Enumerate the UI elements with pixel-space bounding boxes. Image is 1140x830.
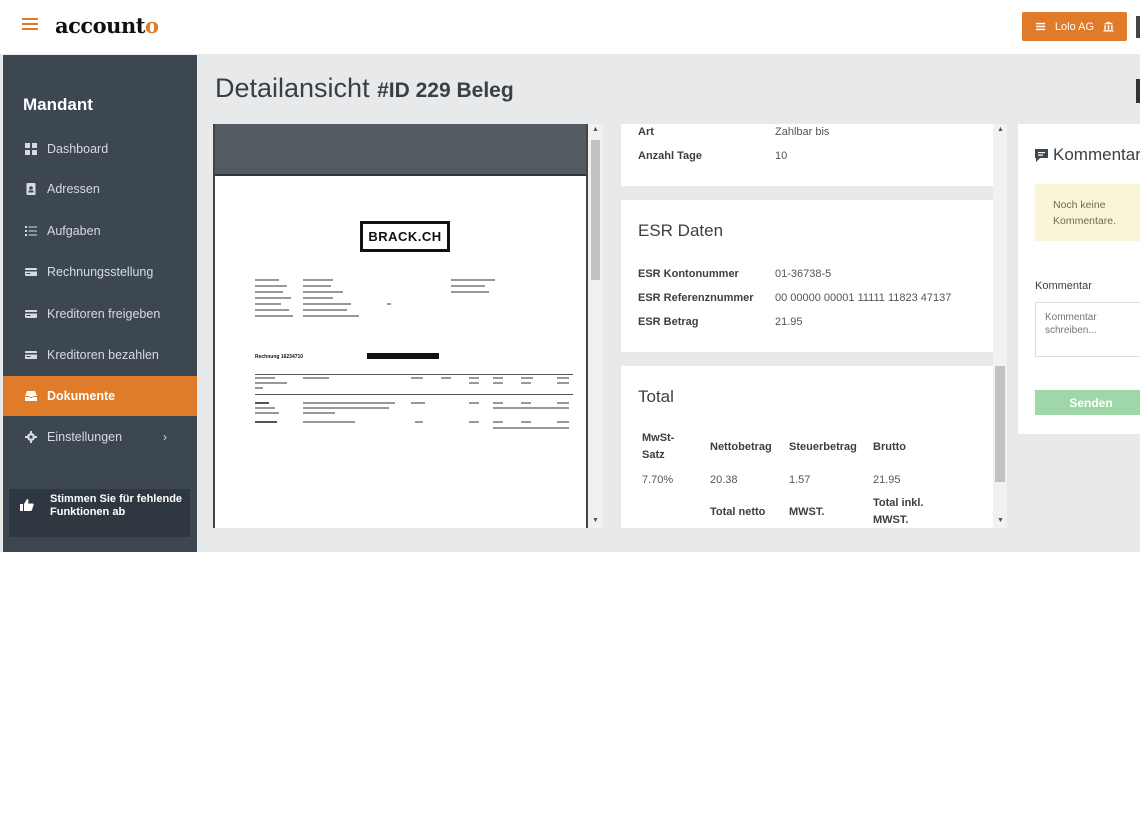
document-scrollbar-thumb[interactable] xyxy=(591,140,600,280)
sidebar-title: Mandant xyxy=(23,95,93,114)
esr-reference-value: 00 00000 00001 11111 11823 47137 xyxy=(775,292,952,304)
company-name: Lolo AG xyxy=(1054,20,1095,33)
total-header-tax: Steuerbetrag xyxy=(789,441,857,453)
esr-amount-label: ESR Betrag xyxy=(638,316,699,328)
total-tax: 1.57 xyxy=(789,474,811,486)
payment-days-value: 10 xyxy=(775,150,788,162)
esr-amount-value: 21.95 xyxy=(775,316,803,328)
list-icon xyxy=(1035,22,1046,31)
sidebar-item-adressen[interactable]: Adressen xyxy=(3,169,197,209)
chevron-right-icon: › xyxy=(163,430,167,444)
sidebar-item-dashboard[interactable]: Dashboard xyxy=(3,129,197,169)
app-logo[interactable]: accounto xyxy=(55,13,159,38)
esr-title: ESR Daten xyxy=(638,221,724,240)
esr-account-label: ESR Kontonummer xyxy=(638,268,739,280)
total-title: Total xyxy=(638,387,674,406)
total-vat-rate: 7.70% xyxy=(642,474,674,486)
esr-reference-label: ESR Referenznummer xyxy=(638,292,754,304)
sidebar-item-label: Dokumente xyxy=(47,389,116,403)
comments-title: Kommentare xyxy=(1034,145,1140,165)
feature-vote-banner[interactable]: Stimmen Sie für fehlende Funktionen ab xyxy=(9,489,190,537)
card-icon xyxy=(25,351,37,359)
page-title: Detailansicht #ID 229 Beleg xyxy=(215,73,514,103)
hamburger-menu-icon[interactable] xyxy=(22,15,38,35)
details-scrollbar[interactable]: ▲ ▼ xyxy=(993,124,1007,528)
sidebar-item-label: Kreditoren bezahlen xyxy=(47,348,159,362)
top-edge-element xyxy=(1136,16,1140,38)
thumbs-up-icon xyxy=(20,499,34,511)
dashboard-icon xyxy=(25,143,37,155)
sidebar-item-aufgaben[interactable]: Aufgaben xyxy=(3,211,197,251)
total-header-vat-rate: MwSt-Satz xyxy=(642,432,675,461)
no-comments-notice: Noch keine Kommentare. xyxy=(1035,184,1140,241)
title-edge-element xyxy=(1136,79,1140,103)
sidebar-item-rechnungsstellung[interactable]: Rechnungsstellung xyxy=(3,252,197,292)
total-header-gross: Brutto xyxy=(873,441,906,453)
payment-type-value: Zahlbar bis xyxy=(775,126,830,138)
comment-label: Kommentar xyxy=(1035,280,1092,292)
total-footer-incl: Total inkl. MWST. xyxy=(873,497,924,526)
details-scrollbar-thumb[interactable] xyxy=(995,366,1005,482)
document-page: BRACK.CH Rechnung 16234710 xyxy=(215,174,586,528)
address-book-icon xyxy=(26,183,36,195)
redacted-block xyxy=(367,353,439,359)
send-comment-button[interactable]: Senden xyxy=(1035,390,1140,415)
total-gross: 21.95 xyxy=(873,474,901,486)
payment-type-label: Art xyxy=(638,126,654,138)
total-card: Total MwSt-Satz Nettobetrag Steuerbetrag… xyxy=(621,366,993,528)
sidebar-item-label: Rechnungsstellung xyxy=(47,265,154,279)
sidebar-item-label: Aufgaben xyxy=(47,224,101,238)
inbox-icon xyxy=(25,391,37,401)
top-bar: accounto Lolo AG xyxy=(0,0,1140,54)
sidebar-item-einstellungen[interactable]: Einstellungen › xyxy=(3,417,197,457)
total-footer-vat: MWST. xyxy=(789,506,825,518)
card-icon xyxy=(25,268,37,276)
document-id: #ID 229 Beleg xyxy=(377,79,514,102)
sidebar-item-label: Dashboard xyxy=(47,142,109,156)
total-header-net: Nettobetrag xyxy=(710,441,772,453)
sidebar-item-kreditoren-bezahlen[interactable]: Kreditoren bezahlen xyxy=(3,335,197,375)
document-preview[interactable]: BRACK.CH Rechnung 16234710 xyxy=(213,124,588,528)
payment-terms-card: Art Zahlbar bis Anzahl Tage 10 xyxy=(621,124,993,186)
sidebar-item-dokumente[interactable]: Dokumente xyxy=(3,376,197,416)
document-scrollbar[interactable]: ▲ ▼ xyxy=(588,124,603,528)
esr-account-value: 01-36738-5 xyxy=(775,268,832,280)
bank-icon xyxy=(1103,21,1114,32)
feature-vote-text: Stimmen Sie für fehlende Funktionen ab xyxy=(50,493,183,518)
total-net: 20.38 xyxy=(710,474,738,486)
vendor-logo: BRACK.CH xyxy=(360,221,450,252)
sidebar-item-kreditoren-freigeben[interactable]: Kreditoren freigeben xyxy=(3,294,197,334)
comment-icon xyxy=(1035,148,1048,162)
comments-panel: Kommentare Noch keine Kommentare. Kommen… xyxy=(1018,124,1140,434)
sidebar: Mandant Dashboard Adressen Aufgaben Rech… xyxy=(3,55,197,552)
list-icon xyxy=(25,226,37,236)
gear-icon xyxy=(25,431,37,443)
sidebar-item-label: Einstellungen xyxy=(47,430,123,444)
total-footer-net: Total netto xyxy=(710,506,766,518)
sidebar-item-label: Adressen xyxy=(47,182,100,196)
document-heading: Rechnung 16234710 xyxy=(255,354,304,360)
payment-days-label: Anzahl Tage xyxy=(638,150,702,162)
sidebar-item-label: Kreditoren freigeben xyxy=(47,307,161,321)
document-toolbar xyxy=(215,124,586,174)
card-icon xyxy=(25,310,37,318)
esr-card: ESR Daten ESR Kontonummer 01-36738-5 ESR… xyxy=(621,200,993,352)
company-switch-button[interactable]: Lolo AG xyxy=(1022,12,1127,41)
comment-input[interactable] xyxy=(1035,302,1140,357)
